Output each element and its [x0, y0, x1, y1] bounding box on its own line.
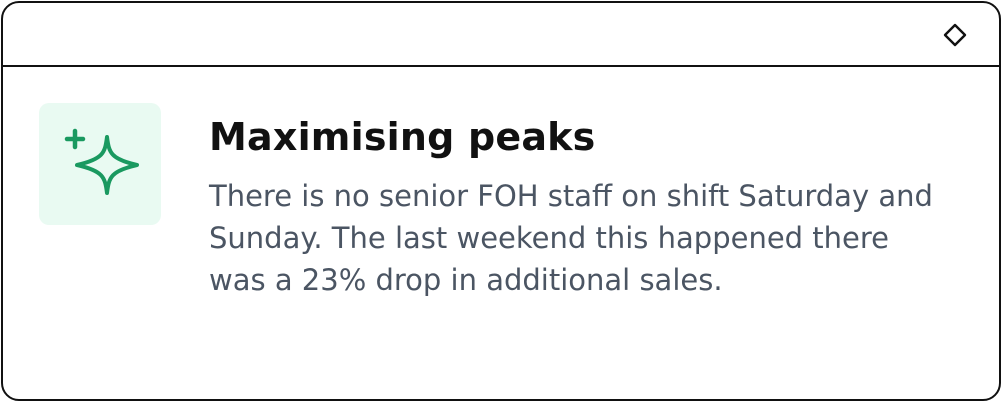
sparkle-icon: [64, 128, 139, 195]
insight-icon-tile: [39, 103, 161, 225]
diamond-icon[interactable]: [943, 23, 967, 47]
insight-card: Maximising peaks There is no senior FOH …: [3, 67, 999, 399]
insight-title: Maximising peaks: [209, 115, 596, 159]
insight-window: Maximising peaks There is no senior FOH …: [1, 1, 1001, 401]
window-titlebar: [3, 3, 999, 67]
insight-description: There is no senior FOH staff on shift Sa…: [209, 179, 933, 297]
